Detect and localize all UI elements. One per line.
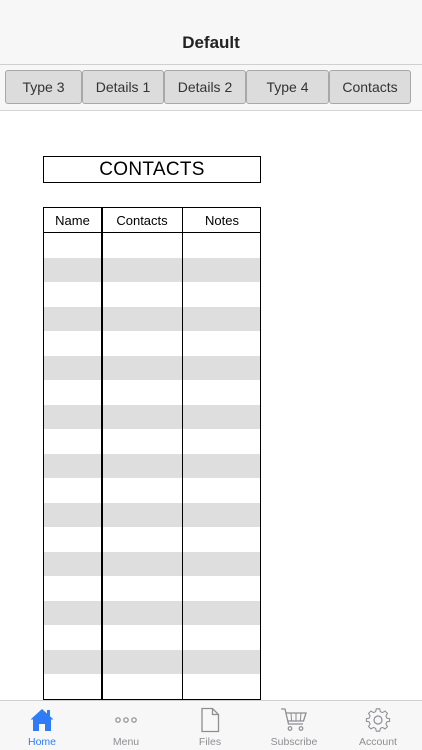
table-row[interactable] — [44, 257, 260, 282]
tab-type-4[interactable]: Type 4 — [246, 70, 329, 104]
table-row[interactable] — [44, 282, 260, 307]
table-row[interactable] — [44, 527, 260, 552]
page-title: Default — [182, 33, 240, 52]
tabbar-label-home: Home — [27, 736, 56, 748]
column-divider — [181, 208, 183, 699]
tabbar-label-files: Files — [198, 736, 222, 748]
column-divider — [101, 208, 103, 699]
ellipsis-icon — [84, 706, 168, 734]
table-body — [44, 233, 260, 699]
tabbar-item-menu[interactable]: Menu — [84, 701, 168, 750]
bottom-tab-bar: Home Menu Files Subscribe Account — [0, 700, 422, 750]
contacts-title: CONTACTS — [43, 156, 261, 183]
tabbar-item-account[interactable]: Account — [336, 701, 420, 750]
column-header-notes: Notes — [205, 213, 239, 228]
table-row[interactable] — [44, 674, 260, 699]
table-row[interactable] — [44, 576, 260, 601]
table-row[interactable] — [44, 306, 260, 331]
table-row[interactable] — [44, 551, 260, 576]
tab-contacts[interactable]: Contacts — [329, 70, 411, 104]
table-row[interactable] — [44, 649, 260, 674]
table-row[interactable] — [44, 502, 260, 527]
contacts-table: Name Contacts Notes — [43, 207, 261, 700]
tabbar-item-files[interactable]: Files — [168, 701, 252, 750]
tabbar-label-subscribe: Subscribe — [270, 736, 318, 748]
table-row[interactable] — [44, 355, 260, 380]
table-row[interactable] — [44, 453, 260, 478]
tabbar-label-menu: Menu — [112, 736, 140, 748]
column-header-contacts: Contacts — [116, 213, 168, 228]
navigation-bar: Default — [0, 0, 422, 65]
table-row[interactable] — [44, 331, 260, 356]
table-row[interactable] — [44, 233, 260, 258]
home-icon — [0, 706, 84, 734]
file-icon — [168, 706, 252, 734]
table-row[interactable] — [44, 478, 260, 503]
table-row[interactable] — [44, 600, 260, 625]
tab-strip: Type 3 Details 1 Details 2 Type 4 Contac… — [0, 65, 422, 111]
table-row[interactable] — [44, 380, 260, 405]
tabbar-item-subscribe[interactable]: Subscribe — [252, 701, 336, 750]
tab-details-1[interactable]: Details 1 — [82, 70, 164, 104]
tabbar-label-account: Account — [359, 736, 397, 748]
table-header: Name Contacts Notes — [44, 208, 260, 233]
table-row[interactable] — [44, 429, 260, 454]
table-row[interactable] — [44, 625, 260, 650]
table-row[interactable] — [44, 404, 260, 429]
tabbar-item-home[interactable]: Home — [0, 701, 84, 750]
gear-icon — [336, 706, 420, 734]
column-header-name: Name — [55, 213, 90, 228]
tab-type-3[interactable]: Type 3 — [5, 70, 82, 104]
tab-details-2[interactable]: Details 2 — [164, 70, 246, 104]
cart-icon — [252, 706, 336, 734]
